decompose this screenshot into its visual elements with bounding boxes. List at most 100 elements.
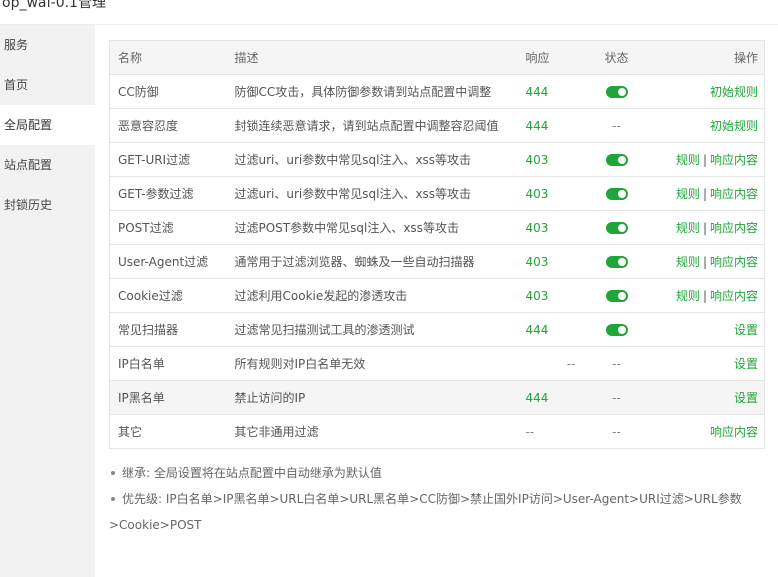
action-link[interactable]: 响应内容 [710,255,758,269]
toggle-knob [617,224,626,232]
action-link[interactable]: 设置 [734,323,758,337]
rule-state [581,142,652,177]
action-link[interactable]: 规则 [676,153,700,167]
rule-response: -- [516,346,582,381]
sidebar-item-2[interactable]: 全局配置 [0,105,95,145]
state-toggle[interactable] [605,222,628,234]
rule-state: -- [581,414,652,449]
response-code: 444 [525,390,549,405]
state-toggle[interactable] [605,86,628,98]
action-separator: | [702,221,707,235]
window-title-bar: op_waf-0.1管理 [0,0,778,25]
response-code: 403 [525,152,549,167]
action-link[interactable]: 响应内容 [710,187,758,201]
header-desc: 描述 [226,40,517,75]
action-separator: | [702,187,707,201]
rule-state [581,312,652,347]
rule-actions: 初始规则 [651,74,765,109]
table-row: IP白名单 所有规则对IP白名单无效 -- -- 设置 [109,346,765,381]
state-toggle[interactable] [605,324,628,336]
table-row: CC防御 防御CC攻击，具体防御参数请到站点配置中调整 444 初始规则 [109,74,765,109]
action-link[interactable]: 初始规则 [710,119,758,133]
response-code: -- [566,356,576,371]
rule-response: 444 [516,312,582,347]
rule-state: -- [581,108,652,143]
rule-name: POST过滤 [109,210,227,245]
rule-state [581,210,652,245]
table-row: IP黑名单 禁止访问的IP 444 -- 设置 [109,380,765,415]
rule-response: 403 [516,278,582,313]
header-state: 状态 [581,40,652,75]
action-link[interactable]: 规则 [676,187,700,201]
rule-response: 444 [516,74,582,109]
header-name: 名称 [109,40,227,75]
rule-actions: 设置 [651,346,765,381]
sidebar-item-1[interactable]: 首页 [0,65,95,105]
toggle-knob [617,292,626,300]
header-action: 操作 [651,40,765,75]
rule-actions: 响应内容 [651,414,765,449]
state-empty: -- [612,390,621,405]
action-link[interactable]: 响应内容 [710,221,758,235]
state-toggle[interactable] [605,154,628,166]
sidebar-item-4[interactable]: 封锁历史 [0,185,95,225]
rule-actions: 设置 [651,380,765,415]
response-code: 403 [525,288,549,303]
action-link[interactable]: 响应内容 [710,425,758,439]
rule-name: 其它 [109,414,227,449]
rule-description: 防御CC攻击，具体防御参数请到站点配置中调整 [226,74,517,109]
main-content: 名称 描述 响应 状态 操作 CC防御 防御CC攻击，具体防御参数请到站点配置中调… [95,25,778,577]
rule-description: 通常用于过滤浏览器、蜘蛛及一些自动扫描器 [226,244,517,279]
toggle-knob [617,156,626,164]
rule-description: 过滤POST参数中常见sql注入、xss等攻击 [226,210,517,245]
toggle-knob [617,190,626,198]
table-row: 恶意容忍度 封锁连续恶意请求，请到站点配置中调整容忍阈值 444 -- 初始规则 [109,108,765,143]
action-link[interactable]: 规则 [676,221,700,235]
rule-actions: 初始规则 [651,108,765,143]
table-row: 其它 其它非通用过滤 -- -- 响应内容 [109,414,765,449]
rule-name: Cookie过滤 [109,278,227,313]
rules-table: 名称 描述 响应 状态 操作 CC防御 防御CC攻击，具体防御参数请到站点配置中调… [109,40,765,449]
note-priority-text: 优先级: IP白名单>IP黑名单>URL白名单>URL黑名单>CC防御>禁止国外… [122,492,742,506]
table-row: POST过滤 过滤POST参数中常见sql注入、xss等攻击 403 规则 | 响应内容 [109,210,765,245]
action-separator: | [702,255,707,269]
sidebar: 服务 首页 全局配置 站点配置 封锁历史 [0,25,95,577]
sidebar-item-0[interactable]: 服务 [0,25,95,65]
rule-description: 禁止访问的IP [226,380,517,415]
state-toggle[interactable] [605,290,628,302]
rule-state [581,176,652,211]
header-resp: 响应 [516,40,582,75]
action-link[interactable]: 设置 [734,357,758,371]
rule-name: 恶意容忍度 [109,108,227,143]
notes: 继承: 全局设置将在站点配置中自动继承为默认值 优先级: IP白名单>IP黑名单… [109,460,749,538]
table-row: 常见扫描器 过滤常见扫描测试工具的渗透测试 444 设置 [109,312,765,347]
rule-response: 444 [516,108,582,143]
rule-actions: 规则 | 响应内容 [651,142,765,177]
response-code: 403 [525,186,549,201]
rule-actions: 规则 | 响应内容 [651,278,765,313]
state-toggle[interactable] [605,256,628,268]
action-link[interactable]: 规则 [676,289,700,303]
rule-name: IP白名单 [109,346,227,381]
rule-response: 403 [516,176,582,211]
state-empty: -- [612,356,621,371]
rule-actions: 设置 [651,312,765,347]
action-link[interactable]: 响应内容 [710,289,758,303]
rule-name: 常见扫描器 [109,312,227,347]
action-link[interactable]: 设置 [734,391,758,405]
response-code: 444 [525,84,549,99]
response-code: -- [525,424,535,439]
sidebar-item-3[interactable]: 站点配置 [0,145,95,185]
action-link[interactable]: 响应内容 [710,153,758,167]
rule-state: -- [581,346,652,381]
response-code: 444 [525,322,549,337]
rule-response: 403 [516,244,582,279]
rule-actions: 规则 | 响应内容 [651,244,765,279]
table-row: GET-参数过滤 过滤uri、uri参数中常见sql注入、xss等攻击 403 规则 |… [109,176,765,211]
state-toggle[interactable] [605,188,628,200]
action-link[interactable]: 规则 [676,255,700,269]
note-priority: 优先级: IP白名单>IP黑名单>URL白名单>URL黑名单>CC防御>禁止国外… [109,486,749,512]
rule-description: 所有规则对IP白名单无效 [226,346,517,381]
note-priority-continued: >Cookie>POST [109,512,749,538]
action-link[interactable]: 初始规则 [710,85,758,99]
